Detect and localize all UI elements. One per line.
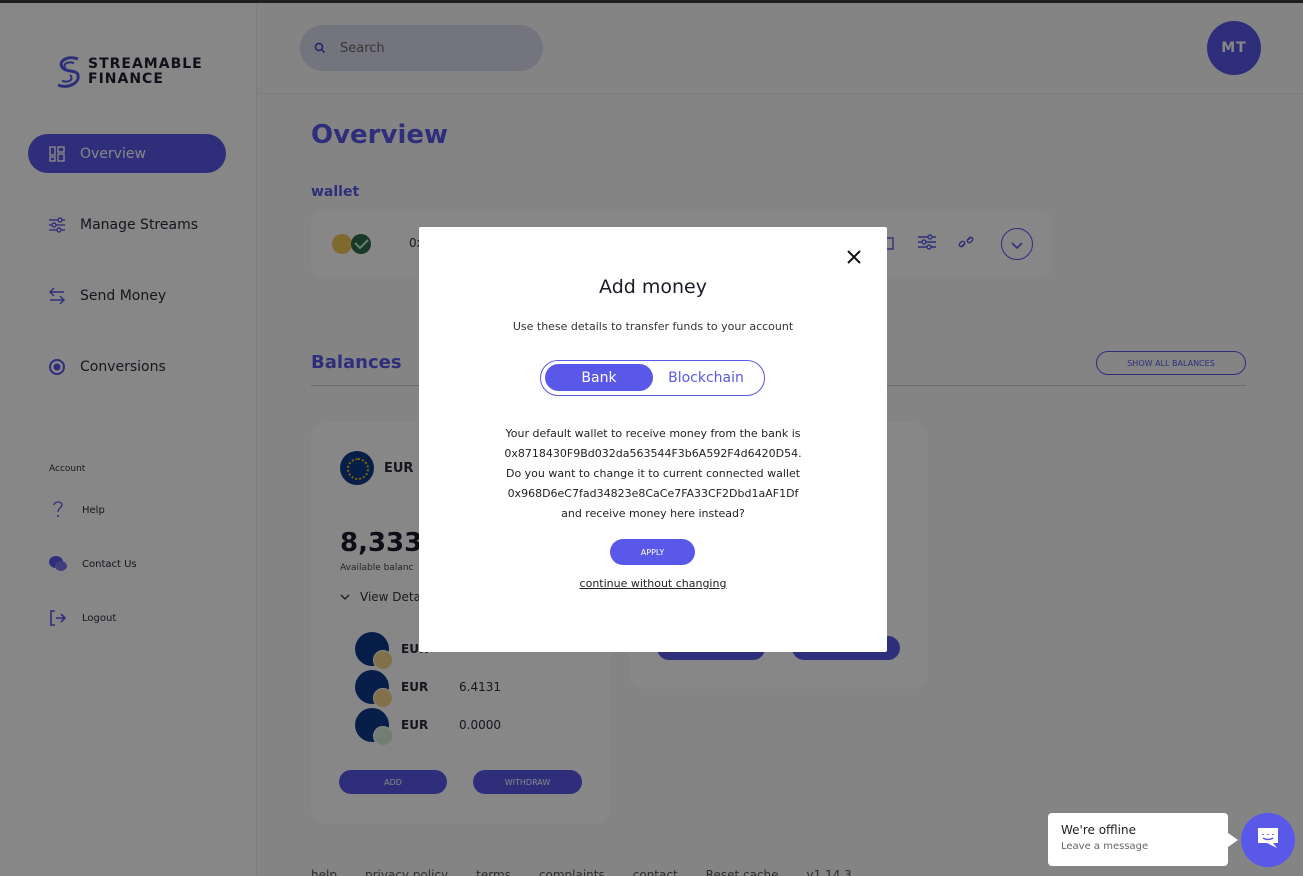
- chat-status-title: We're offline: [1061, 823, 1136, 837]
- close-modal-button[interactable]: [845, 248, 863, 266]
- modal-message: Your default wallet to receive money fro…: [419, 424, 887, 524]
- chat-status-subtitle: Leave a message: [1061, 841, 1149, 852]
- modal-subtitle: Use these details to transfer funds to y…: [512, 320, 794, 333]
- chat-status-bubble[interactable]: We're offline Leave a message: [1048, 813, 1238, 866]
- close-icon: [847, 245, 861, 269]
- continue-without-changing-link[interactable]: continue without changing: [419, 577, 887, 590]
- tab-bank[interactable]: Bank: [545, 364, 653, 391]
- modal-title: Add money: [599, 276, 707, 298]
- connected-wallet-address: 0x968D6eC7fad34823e8CaCe7FA33CF2Dbd1aAF1…: [507, 487, 799, 500]
- chat-launcher-button[interactable]: [1241, 813, 1295, 867]
- chat-bubble-icon: [1255, 826, 1281, 854]
- message-line: Your default wallet to receive money fro…: [505, 427, 801, 440]
- message-line: Do you want to change it to current conn…: [505, 467, 801, 480]
- tab-blockchain[interactable]: Blockchain: [655, 364, 757, 391]
- message-line: and receive money here instead?: [561, 507, 745, 520]
- default-wallet-address: 0x8718430F9Bd032da563544F3b6A592F4d6420D…: [504, 447, 802, 460]
- apply-button[interactable]: APPLY: [610, 539, 695, 565]
